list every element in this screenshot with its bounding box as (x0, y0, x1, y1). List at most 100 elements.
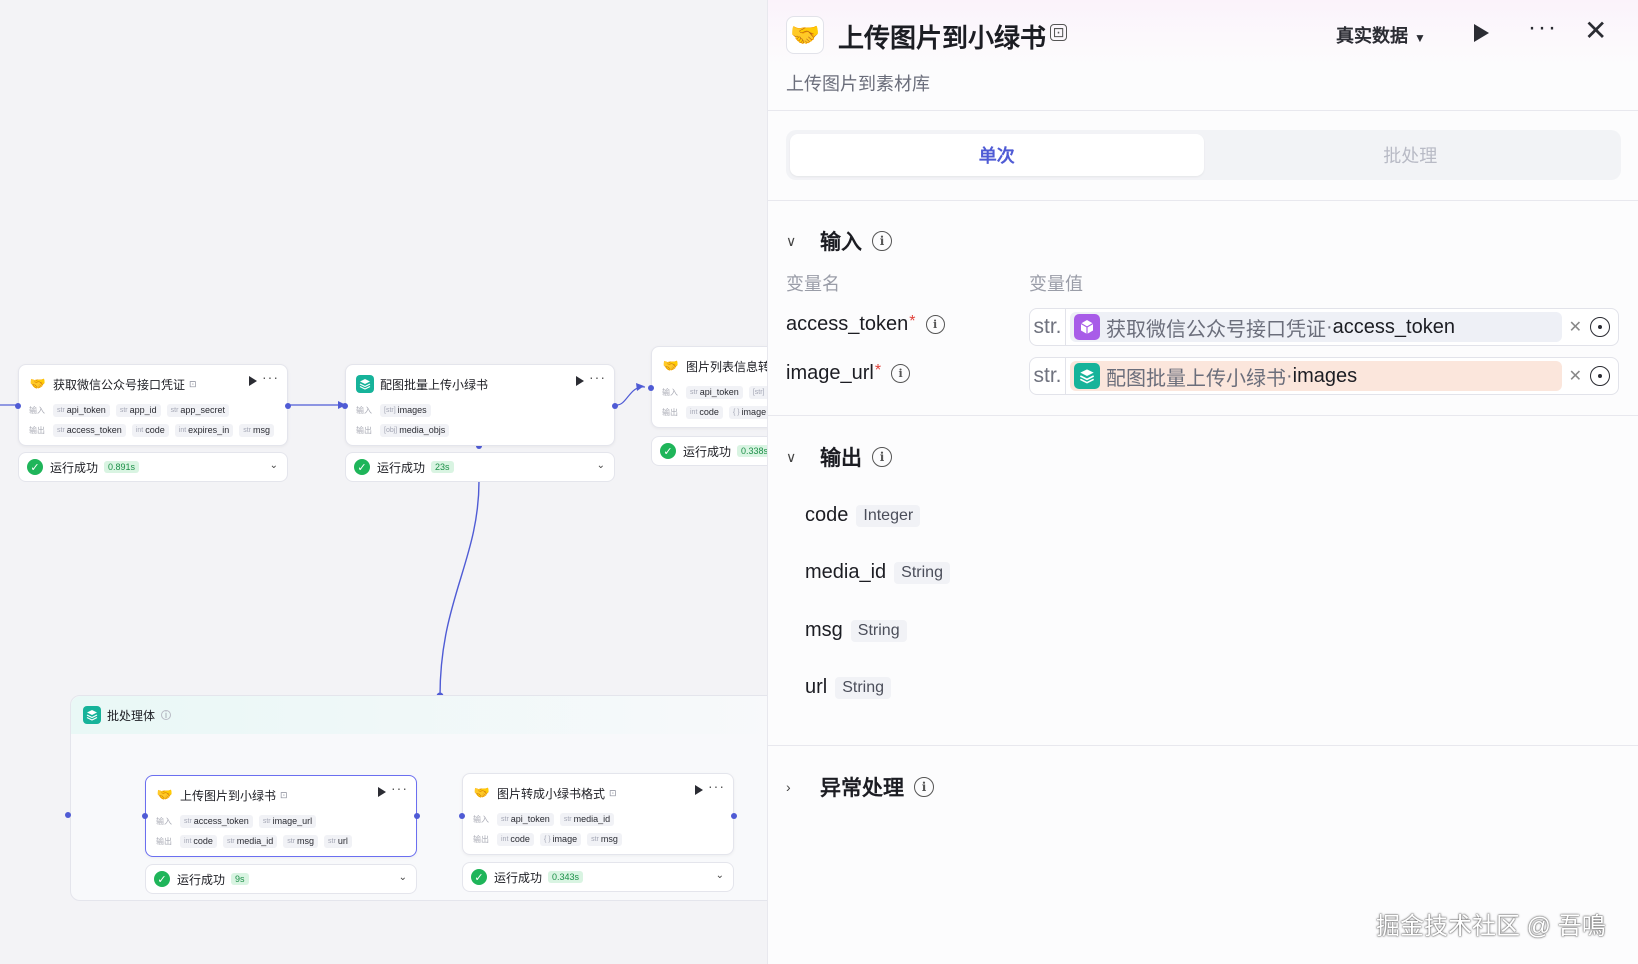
node-title: 获取微信公众号接口凭证 (53, 377, 186, 392)
node-title: 图片转成小绿书格式 (497, 786, 606, 801)
exception-section-header[interactable]: › 异常处理 i (786, 772, 934, 802)
output-name: url (805, 676, 828, 698)
variable-reference[interactable]: 配图批量上传小绿书 · images (1070, 361, 1562, 391)
chevron-down-icon[interactable]: ⌄ (399, 872, 407, 883)
target-icon[interactable] (1590, 317, 1610, 337)
run-node-button[interactable] (249, 376, 257, 386)
run-node-button[interactable] (695, 785, 703, 795)
node-more-button[interactable]: ··· (262, 369, 279, 385)
node-status[interactable]: ✓ 运行成功 9s ⌄ (145, 864, 417, 894)
in-port[interactable] (648, 385, 654, 391)
out-port[interactable] (731, 813, 737, 819)
param-tag: [str] (748, 385, 767, 399)
chevron-down-icon[interactable]: ⌄ (270, 460, 278, 471)
panel-header: 🤝 上传图片到小绿书 ⊡ 上传图片到素材库 真实数据 ▼ ··· ✕ (768, 0, 1638, 111)
param-tag: str app_id (115, 403, 161, 417)
node-inputs: 输入 str api_token [str] (662, 385, 767, 399)
handshake-icon: 🤝 (786, 16, 824, 54)
column-header-name: 变量名 (786, 274, 840, 294)
input-value-field[interactable]: str. 配图批量上传小绿书 · images ✕ (1029, 357, 1619, 395)
clear-icon[interactable]: ✕ (1569, 317, 1582, 337)
panel-title: 上传图片到小绿书 (838, 23, 1047, 53)
node-status[interactable]: ✓ 运行成功 0.343s ⌄ (462, 862, 734, 892)
handshake-icon: 🤝 (156, 786, 174, 804)
param-tag: str access_token (180, 814, 253, 828)
duration-badge: 0.338s (737, 445, 767, 457)
tab-batch[interactable]: 批处理 (1204, 134, 1618, 176)
input-section-header[interactable]: ∨ 输入 i (786, 226, 892, 256)
chevron-down-icon: ∨ (786, 448, 797, 465)
output-name: code (805, 504, 849, 526)
panel-subtitle: 上传图片到素材库 (786, 74, 930, 94)
chevron-down-icon[interactable]: ⌄ (597, 460, 605, 471)
variable-reference[interactable]: 获取微信公众号接口凭证 · access_token (1070, 312, 1562, 342)
param-tag: str msg (283, 834, 319, 848)
node-more-button[interactable]: ··· (589, 369, 606, 385)
node-status[interactable]: ✓ 运行成功 0.338s (651, 436, 767, 466)
workflow-canvas[interactable]: 🤝 获取微信公众号接口凭证 ⊡ ··· 输入 str api_token str app_i… (0, 0, 767, 964)
out-port[interactable] (285, 403, 291, 409)
divider (768, 745, 1638, 746)
output-section-header[interactable]: ∨ 输出 i (786, 442, 892, 472)
check-icon: ✓ (471, 869, 487, 885)
node-status[interactable]: ✓ 运行成功 23s ⌄ (345, 452, 615, 482)
status-text: 运行成功 (377, 460, 426, 475)
row-label: 输出 (356, 425, 372, 435)
duration-badge: 23s (431, 461, 454, 473)
row-label: 输出 (29, 425, 45, 435)
node-upload-image[interactable]: 🤝 上传图片到小绿书 ⊡ ··· 输入 str access_token str image… (142, 775, 420, 857)
param-tag: int code (497, 832, 534, 846)
check-icon: ✓ (154, 871, 170, 887)
node-batch-upload[interactable]: 配图批量上传小绿书 ··· 输入 [str] images 输出 [obj] media… (342, 364, 618, 446)
node-image-list-convert[interactable]: 🤝 图片列表信息转 输入 str api_token [str] 输出 int code { … (648, 346, 767, 428)
info-icon[interactable]: i (872, 231, 892, 251)
param-tag: int code (686, 405, 723, 419)
node-more-button[interactable]: ··· (391, 780, 408, 796)
check-icon: ✓ (354, 459, 370, 475)
clear-icon[interactable]: ✕ (1569, 366, 1582, 386)
type-label: str. (1030, 309, 1066, 345)
row-label: 输入 (156, 816, 172, 826)
store-icon: ⊡ (280, 789, 288, 800)
param-tag: str media_id (559, 812, 615, 826)
section-title: 输出 (820, 447, 862, 470)
input-value-field[interactable]: str. 获取微信公众号接口凭证 · access_token ✕ (1029, 308, 1619, 346)
info-icon[interactable]: i (891, 364, 911, 383)
batch-title: 批处理体 (107, 708, 156, 723)
info-icon[interactable]: i (872, 447, 892, 467)
in-port[interactable] (459, 813, 465, 819)
tab-single[interactable]: 单次 (790, 134, 1204, 176)
node-title: 配图批量上传小绿书 (380, 377, 489, 392)
run-button[interactable] (1474, 24, 1489, 42)
out-port[interactable] (612, 403, 618, 409)
param-tag: str api_token (686, 385, 743, 399)
data-mode-dropdown[interactable]: 真实数据 ▼ (1336, 22, 1426, 48)
node-get-wechat-token[interactable]: 🤝 获取微信公众号接口凭证 ⊡ ··· 输入 str api_token str app_i… (15, 364, 291, 446)
store-icon[interactable]: ⊡ (1050, 24, 1067, 41)
node-outputs: 输出 int code { } image (662, 405, 767, 419)
info-icon[interactable]: i (161, 710, 172, 720)
node-status[interactable]: ✓ 运行成功 0.891s ⌄ (18, 452, 288, 482)
chevron-down-icon[interactable]: ⌄ (716, 870, 724, 881)
node-outputs: 输出 str access_token int code int expires_in str… (29, 423, 281, 437)
info-icon[interactable]: i (914, 777, 934, 797)
in-port[interactable] (142, 813, 148, 819)
run-node-button[interactable] (378, 787, 386, 797)
row-label: 输出 (662, 407, 678, 417)
param-tag: int expires_in (174, 423, 234, 437)
more-button[interactable]: ··· (1528, 14, 1558, 42)
node-more-button[interactable]: ··· (708, 778, 725, 794)
close-icon[interactable]: ✕ (1584, 14, 1607, 47)
out-port[interactable] (414, 813, 420, 819)
info-icon[interactable]: i (925, 315, 945, 334)
param-tag: int code (131, 423, 169, 437)
node-convert-image-format[interactable]: 🤝 图片转成小绿书格式 ⊡ ··· 输入 str api_token str media_i… (459, 773, 737, 855)
target-icon[interactable] (1590, 366, 1610, 386)
batch-in-port[interactable] (65, 812, 71, 818)
ref-node-name: 配图批量上传小绿书 (1106, 367, 1286, 390)
in-port[interactable] (342, 403, 348, 409)
status-text: 运行成功 (683, 444, 732, 459)
run-node-button[interactable] (576, 376, 584, 386)
node-inputs: 输入 [str] images (356, 403, 608, 417)
in-port[interactable] (15, 403, 21, 409)
